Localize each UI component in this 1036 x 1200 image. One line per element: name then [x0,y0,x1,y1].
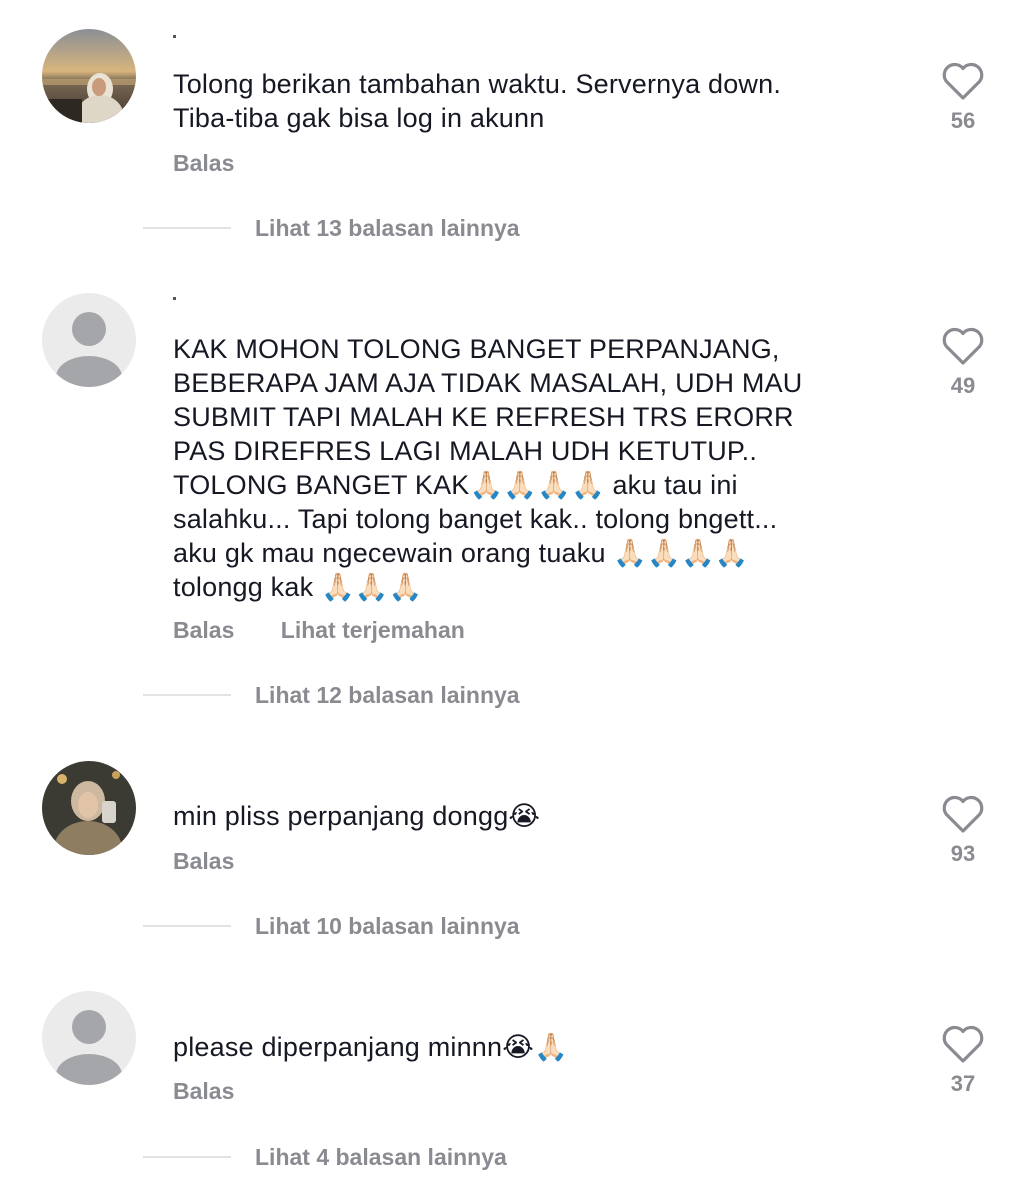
like-count: 93 [950,841,976,866]
comment-actions: Balas [173,150,274,177]
comment-text: KAK MOHON TOLONG BANGET PERPANJANG, BEBE… [173,334,803,602]
avatar-photo-icon [42,761,136,855]
reply-button[interactable]: Balas [173,150,234,176]
user-avatar[interactable] [42,293,136,387]
comment-actions: Balas [173,1078,274,1105]
like-control: 56 [936,60,990,134]
default-avatar-icon [42,991,136,1085]
reply-button[interactable]: Balas [173,617,234,643]
heart-icon[interactable] [940,1023,986,1065]
decorative-mark [173,297,176,300]
divider-line [143,1156,231,1158]
view-more-replies[interactable]: Lihat 4 balasan lainnya [143,1142,507,1172]
divider-line [143,227,231,229]
view-more-replies[interactable]: Lihat 12 balasan lainnya [143,680,520,710]
user-avatar[interactable] [42,29,136,123]
view-more-replies[interactable]: Lihat 13 balasan lainnya [143,213,520,243]
view-more-replies-label[interactable]: Lihat 10 balasan lainnya [255,913,520,940]
avatar-photo-icon [42,29,136,123]
user-avatar[interactable] [42,761,136,855]
like-count: 56 [950,108,976,133]
reply-button[interactable]: Balas [173,1078,234,1104]
heart-icon[interactable] [940,325,986,367]
reply-button[interactable]: Balas [173,848,234,874]
view-more-replies[interactable]: Lihat 10 balasan lainnya [143,911,520,941]
heart-icon[interactable] [940,793,986,835]
divider-line [143,925,231,927]
comment-actions: Balas [173,848,274,875]
view-more-replies-label[interactable]: Lihat 13 balasan lainnya [255,215,520,242]
like-control: 49 [936,325,990,399]
like-count: 37 [950,1071,976,1096]
like-control: 93 [936,793,990,867]
comment-text: please diperpanjang minnn😭🙏🏻 [173,1032,568,1062]
decorative-mark [173,35,176,38]
divider-line [143,694,231,696]
comment-text: min pliss perpanjang dongg😭 [173,801,541,831]
comment-actions: Balas Lihat terjemahan [173,617,505,644]
like-control: 37 [936,1023,990,1097]
view-more-replies-label[interactable]: Lihat 4 balasan lainnya [255,1144,507,1171]
default-avatar-icon [42,293,136,387]
view-more-replies-label[interactable]: Lihat 12 balasan lainnya [255,682,520,709]
comment-text: Tolong berikan tambahan waktu. Servernya… [173,69,782,133]
translate-button[interactable]: Lihat terjemahan [281,617,465,643]
like-count: 49 [950,373,976,398]
heart-icon[interactable] [940,60,986,102]
user-avatar[interactable] [42,991,136,1085]
